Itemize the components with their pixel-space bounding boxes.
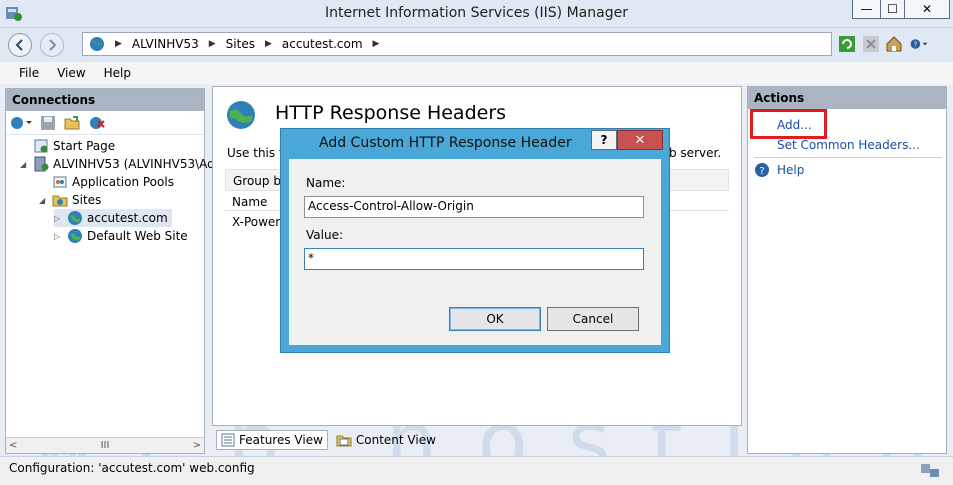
- window-titlebar: Internet Information Services (IIS) Mana…: [0, 0, 953, 28]
- http-headers-globe-icon: [227, 101, 255, 129]
- breadcrumb-server[interactable]: ALVINHV53: [132, 37, 199, 51]
- close-icon: ✕: [921, 2, 933, 16]
- tree-item-label: ALVINHV53 (ALVINHV53\Adn: [53, 157, 223, 171]
- scroll-grip[interactable]: III: [101, 440, 110, 451]
- tree-item-sites[interactable]: ◢ Sites: [39, 191, 101, 209]
- tree-item-label: Start Page: [53, 139, 116, 153]
- collapse-arrow-icon[interactable]: ◢: [39, 196, 48, 205]
- globe-icon: [90, 37, 104, 51]
- close-icon: ✕: [634, 132, 646, 148]
- status-text: Configuration: 'accutest.com' web.config: [9, 461, 255, 475]
- minimize-button[interactable]: —: [852, 0, 881, 19]
- app-pools-icon: [53, 176, 67, 188]
- actions-panel: Actions Add... Set Common Headers... ? H…: [747, 86, 947, 454]
- back-button[interactable]: [8, 33, 32, 57]
- start-page-icon: [34, 139, 48, 153]
- help-link[interactable]: Help: [777, 163, 804, 177]
- tab-content-view[interactable]: Content View: [332, 430, 440, 450]
- actions-header: Actions: [748, 87, 946, 109]
- breadcrumb-sites[interactable]: Sites: [226, 37, 255, 51]
- disconnect-icon[interactable]: [88, 115, 106, 131]
- name-field[interactable]: Access-Control-Allow-Origin: [304, 196, 644, 218]
- features-view-icon: [221, 433, 235, 447]
- expand-arrow-icon[interactable]: ▷: [54, 232, 63, 241]
- question-icon: ?: [600, 133, 608, 147]
- set-common-headers-link[interactable]: Set Common Headers...: [777, 138, 920, 152]
- breadcrumb-separator-icon: ▶: [115, 39, 122, 49]
- add-custom-header-dialog: Add Custom HTTP Response Header ? ✕ Name…: [280, 128, 670, 353]
- view-tabs: Features View Content View: [212, 428, 742, 452]
- window-title: Internet Information Services (IIS) Mana…: [325, 5, 628, 21]
- svg-text:?: ?: [914, 40, 918, 48]
- stop-icon[interactable]: [862, 35, 880, 53]
- tree-item-start-page[interactable]: Start Page: [20, 137, 115, 155]
- collapse-arrow-icon[interactable]: ◢: [20, 160, 29, 169]
- page-title: HTTP Response Headers: [275, 102, 507, 124]
- globe-icon: [68, 229, 82, 243]
- close-button[interactable]: ✕: [904, 0, 950, 19]
- actions-separator: [754, 157, 942, 158]
- help-dropdown-icon[interactable]: ?: [910, 35, 928, 53]
- content-view-icon: [336, 435, 352, 447]
- address-bar[interactable]: ▶ ALVINHV53 ▶ Sites ▶ accutest.com ▶: [82, 32, 832, 56]
- server-icon: [34, 156, 49, 172]
- help-icon: ?: [755, 163, 769, 177]
- tree-item-accutest[interactable]: ▷ accutest.com: [54, 209, 172, 227]
- tree-item-label: Application Pools: [72, 175, 174, 189]
- breadcrumb-separator-icon: ▶: [208, 39, 216, 49]
- globe-icon: [68, 211, 82, 225]
- ok-button[interactable]: OK: [449, 307, 541, 331]
- menu-view[interactable]: View: [57, 66, 85, 80]
- connections-panel: Connections Start Page ◢ ALVINHV53 (ALVI…: [5, 88, 222, 454]
- expand-arrow-icon[interactable]: ▷: [54, 214, 63, 223]
- menu-help[interactable]: Help: [104, 66, 131, 80]
- connections-header: Connections: [6, 89, 204, 111]
- value-field[interactable]: *: [304, 248, 644, 270]
- name-label: Name:: [306, 176, 346, 190]
- breadcrumb-separator-icon: ▶: [372, 39, 380, 49]
- tree-item-label: Default Web Site: [87, 229, 188, 243]
- maximize-button[interactable]: ☐: [880, 0, 905, 19]
- dialog-help-button[interactable]: ?: [591, 130, 617, 150]
- status-bar: Configuration: 'accutest.com' web.config: [0, 456, 953, 485]
- refresh-icon[interactable]: [838, 35, 856, 53]
- connections-toolbar: [6, 111, 204, 135]
- tab-features-view[interactable]: Features View: [216, 430, 328, 450]
- scroll-right-icon[interactable]: >: [193, 440, 201, 451]
- dialog-body: Name: Access-Control-Allow-Origin Value:…: [289, 159, 661, 345]
- save-icon[interactable]: [40, 115, 56, 131]
- sites-folder-icon: [52, 195, 68, 207]
- network-status-icon: [921, 464, 939, 477]
- minimize-icon: —: [860, 2, 873, 16]
- tree-item-label: Sites: [72, 193, 102, 207]
- forward-button[interactable]: [40, 33, 64, 57]
- cancel-button[interactable]: Cancel: [547, 307, 639, 331]
- breadcrumb-site[interactable]: accutest.com: [282, 37, 363, 51]
- scroll-left-icon[interactable]: <: [9, 440, 17, 451]
- navigation-bar: ▶ ALVINHV53 ▶ Sites ▶ accutest.com ▶ ?: [0, 28, 953, 62]
- maximize-icon: ☐: [887, 2, 898, 16]
- connections-horizontal-scrollbar[interactable]: < III >: [6, 437, 204, 453]
- connect-icon[interactable]: [10, 115, 32, 131]
- svg-text:?: ?: [759, 166, 764, 177]
- breadcrumb-separator-icon: ▶: [264, 39, 272, 49]
- tree-item-app-pools[interactable]: Application Pools: [39, 173, 174, 191]
- add-header-link[interactable]: Add...: [777, 118, 812, 132]
- dialog-close-button[interactable]: ✕: [617, 130, 663, 150]
- feature-description-end: b server.: [669, 146, 722, 160]
- tree-item-default-site[interactable]: ▷ Default Web Site: [54, 227, 188, 245]
- tree-item-server[interactable]: ◢ ALVINHV53 (ALVINHV53\Adn: [20, 155, 222, 173]
- forward-arrow-icon: [49, 39, 57, 51]
- back-arrow-icon: [15, 39, 23, 51]
- open-folder-icon[interactable]: [64, 115, 80, 131]
- tree-item-label: accutest.com: [87, 211, 168, 225]
- menu-bar: File View Help: [0, 62, 953, 84]
- menu-file[interactable]: File: [19, 66, 39, 80]
- value-label: Value:: [306, 228, 343, 242]
- home-icon[interactable]: [885, 35, 903, 53]
